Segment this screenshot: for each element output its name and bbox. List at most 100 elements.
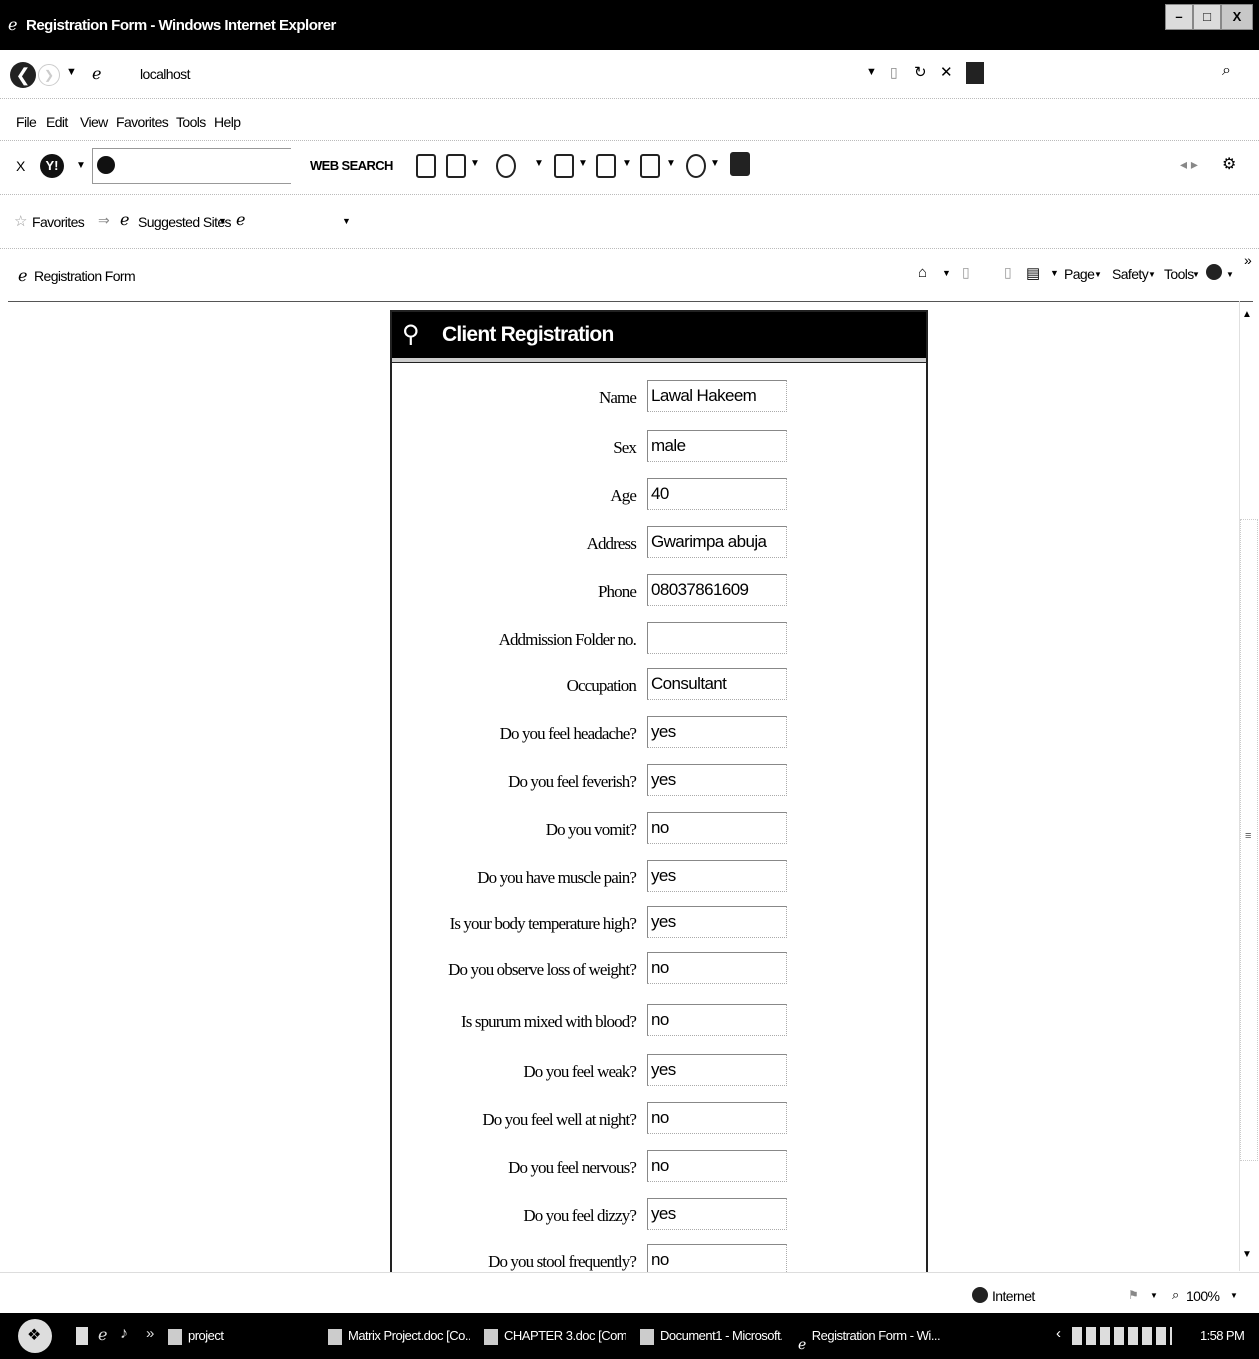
feeds-icon[interactable]: ▯ (962, 264, 970, 281)
print-icon[interactable]: ▤ (1026, 264, 1040, 282)
yahoo-logo-icon[interactable]: Y! (40, 154, 64, 178)
chevron-more-icon[interactable]: » (1244, 252, 1252, 268)
read-mail-icon[interactable]: ▯ (1004, 264, 1012, 281)
answers-icon[interactable] (730, 152, 750, 176)
field-input[interactable] (647, 952, 787, 984)
mail-icon[interactable] (416, 154, 436, 178)
flickr-icon[interactable] (596, 154, 616, 178)
help-dropdown-icon[interactable]: ▼ (1226, 270, 1234, 279)
taskbar-item-chapter3[interactable]: CHAPTER 3.doc [Com... (484, 1321, 626, 1351)
add-to-favorites-icon[interactable]: ⇒ (98, 212, 110, 229)
field-input[interactable] (647, 906, 787, 938)
field-input[interactable] (647, 380, 787, 412)
quicklaunch-media-icon[interactable]: ♪ (120, 1325, 128, 1343)
show-desktop-icon[interactable] (76, 1327, 88, 1345)
news-dropdown-icon[interactable]: ▼ (470, 158, 480, 169)
help-icon[interactable] (1206, 264, 1222, 280)
field-input[interactable] (647, 1150, 787, 1182)
taskbar-item-project[interactable]: project (168, 1321, 308, 1351)
weather-icon[interactable] (496, 154, 516, 178)
field-input[interactable] (647, 860, 787, 892)
menu-help[interactable]: Help (214, 114, 241, 130)
tools-dropdown-icon[interactable]: ▼ (1192, 270, 1200, 279)
back-icon[interactable]: ❮ (10, 62, 36, 88)
tray-expand-icon[interactable]: ‹ (1056, 1325, 1061, 1342)
address-input[interactable]: localhost (140, 66, 190, 82)
protected-mode-dropdown-icon[interactable]: ▼ (1150, 1291, 1158, 1300)
tools-menu[interactable]: Tools (1164, 266, 1194, 282)
news-icon[interactable] (446, 154, 466, 178)
safety-menu[interactable]: Safety (1112, 266, 1149, 282)
maximize-button[interactable]: □ (1193, 4, 1221, 30)
page-dropdown-icon[interactable]: ▼ (1094, 270, 1102, 279)
menu-file[interactable]: File (16, 114, 37, 130)
safety-dropdown-icon[interactable]: ▼ (1148, 270, 1156, 279)
music-icon[interactable] (686, 154, 706, 178)
yahoo-search-input[interactable] (92, 148, 291, 184)
address-dropdown-icon[interactable]: ▼ (866, 66, 877, 78)
field-input[interactable] (647, 526, 787, 558)
web-search-button[interactable]: WEB SEARCH (310, 158, 393, 173)
history-dropdown-icon[interactable]: ▼ (66, 66, 77, 78)
compatibility-icon[interactable]: ▯ (890, 64, 898, 81)
field-input[interactable] (647, 1004, 787, 1036)
field-input[interactable] (647, 668, 787, 700)
menu-edit[interactable]: Edit (46, 114, 68, 130)
menu-tools[interactable]: Tools (176, 114, 206, 130)
music-dropdown-icon[interactable]: ▼ (710, 158, 720, 169)
minimize-button[interactable]: – (1165, 4, 1193, 30)
field-input[interactable] (647, 1102, 787, 1134)
toolbar-settings-icon[interactable]: ⚙ (1222, 154, 1236, 174)
start-button[interactable]: ❖ (18, 1319, 52, 1353)
field-input[interactable] (647, 1198, 787, 1230)
zoom-level[interactable]: 100% (1186, 1288, 1220, 1304)
menu-view[interactable]: View (80, 114, 108, 130)
scroll-down-icon[interactable]: ▼ (1242, 1249, 1252, 1260)
field-input[interactable] (647, 812, 787, 844)
field-input[interactable] (647, 430, 787, 462)
scrollbar-thumb[interactable]: ≡ (1240, 519, 1258, 1161)
system-tray-icons[interactable] (1072, 1327, 1172, 1345)
forward-icon[interactable]: ❯ (38, 64, 60, 86)
refresh-icon[interactable]: ↻ (914, 63, 927, 81)
favorites-button[interactable]: Favorites (32, 214, 85, 230)
field-input[interactable] (647, 622, 787, 654)
vertical-scrollbar[interactable]: ▲ ≡ ▼ (1239, 301, 1258, 1271)
taskbar-item-document1[interactable]: Document1 - Microsoft... (640, 1321, 782, 1351)
home-dropdown-icon[interactable]: ▼ (942, 268, 951, 278)
field-input[interactable] (647, 1244, 787, 1272)
messenger-icon[interactable] (640, 154, 660, 178)
field-input[interactable] (647, 478, 787, 510)
quicklaunch-ie-icon[interactable]: ℯ (98, 1325, 107, 1345)
toolbar-options-icon[interactable]: ◂ ▸ (1180, 156, 1198, 173)
taskbar-item-matrix-project[interactable]: Matrix Project.doc [Co... (328, 1321, 470, 1351)
scroll-up-icon[interactable]: ▲ (1242, 309, 1252, 320)
field-input[interactable] (647, 764, 787, 796)
web-slice-dropdown-icon[interactable]: ▼ (342, 216, 351, 226)
zoom-dropdown-icon[interactable]: ▼ (1230, 1291, 1238, 1300)
close-button[interactable]: X (1221, 4, 1253, 30)
field-input[interactable] (647, 574, 787, 606)
toolbar-close-button[interactable]: X (16, 158, 25, 174)
calendar-dropdown-icon[interactable]: ▼ (578, 158, 588, 169)
web-slice-icon[interactable]: ℯ (236, 210, 245, 230)
menu-favorites[interactable]: Favorites (116, 114, 169, 130)
quicklaunch-more-button[interactable]: » (146, 1325, 154, 1342)
calendar-icon[interactable] (554, 154, 574, 178)
home-icon[interactable]: ⌂ (918, 264, 927, 281)
stop-icon[interactable]: ✕ (940, 63, 953, 81)
protected-mode-icon[interactable]: ⚑ (1128, 1288, 1139, 1302)
field-input[interactable] (647, 716, 787, 748)
search-icon[interactable]: ⌕ (1222, 62, 1231, 80)
messenger-dropdown-icon[interactable]: ▼ (666, 158, 676, 169)
zoom-icon[interactable]: ⌕ (1172, 1287, 1179, 1303)
flickr-dropdown-icon[interactable]: ▼ (622, 158, 632, 169)
print-dropdown-icon[interactable]: ▼ (1050, 268, 1059, 278)
yahoo-menu-dropdown-icon[interactable]: ▼ (76, 160, 86, 171)
search-provider-icon[interactable] (966, 62, 984, 84)
taskbar-item-registration-form[interactable]: ℯRegistration Form - Wi... (798, 1321, 948, 1351)
page-menu[interactable]: Page (1064, 266, 1095, 282)
tab-registration-form[interactable]: Registration Form (34, 268, 136, 284)
field-input[interactable] (647, 1054, 787, 1086)
weather-dropdown-icon[interactable]: ▼ (534, 158, 544, 169)
